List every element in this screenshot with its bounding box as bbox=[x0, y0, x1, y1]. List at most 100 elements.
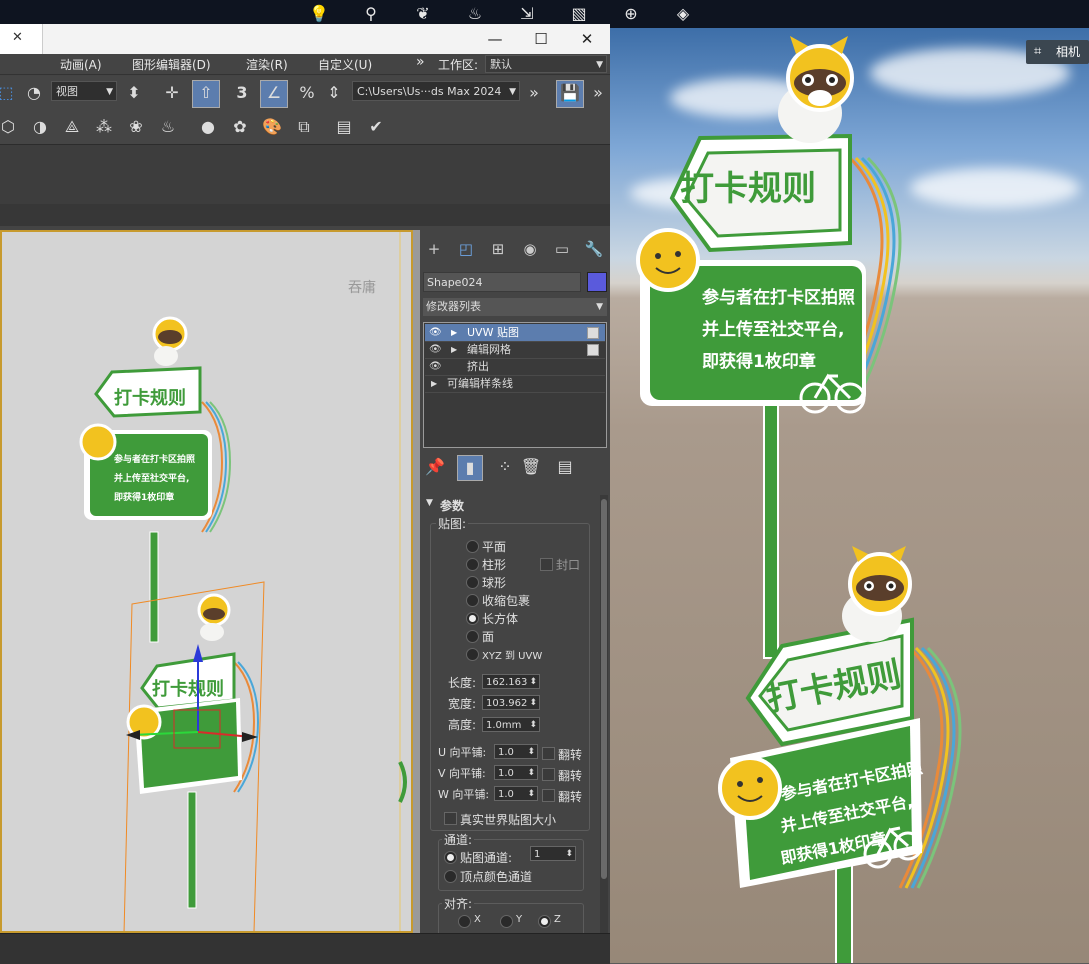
lightbulb-icon[interactable]: 💡 bbox=[308, 3, 330, 25]
expand-arrow-icon[interactable]: ▶ bbox=[451, 324, 457, 341]
particle-icon[interactable]: ⁂ bbox=[92, 115, 116, 139]
remove-modifier-icon[interactable]: 🗑 bbox=[519, 455, 543, 479]
color-balls-icon[interactable]: ✿ bbox=[228, 115, 252, 139]
fire-icon[interactable]: ♨ bbox=[156, 115, 180, 139]
configure-sets-icon[interactable]: ▤ bbox=[553, 455, 577, 479]
real-world-size-checkbox[interactable] bbox=[444, 812, 457, 825]
place-icon[interactable]: ⇧ bbox=[192, 80, 220, 108]
v-flip-checkbox[interactable] bbox=[542, 768, 555, 781]
close-button[interactable]: ✕ bbox=[564, 24, 610, 54]
menu-rendering[interactable]: 渲染(R) bbox=[246, 56, 288, 73]
flame-icon[interactable]: ♨ bbox=[464, 3, 486, 25]
stack-item-extrude[interactable]: 👁 挤出 bbox=[425, 358, 605, 376]
length-spinner[interactable]: 162.163 bbox=[482, 674, 540, 690]
expand-more-icon[interactable]: » bbox=[586, 81, 610, 105]
spinner-snap-icon[interactable]: ⇕ bbox=[322, 81, 346, 105]
radio-align-y[interactable] bbox=[500, 915, 513, 928]
menu-more-icon[interactable]: » bbox=[416, 54, 425, 70]
motion-tab-icon[interactable]: ◉ bbox=[516, 236, 544, 262]
stack-item-uvw-map[interactable]: 👁 ▶ UVW 贴图 bbox=[425, 324, 605, 342]
radio-spherical[interactable] bbox=[466, 576, 479, 589]
vray-icon[interactable]: ✔ bbox=[364, 115, 388, 139]
stack-item-checkbox[interactable] bbox=[587, 344, 599, 356]
box-icon[interactable]: ⬡ bbox=[0, 115, 20, 139]
minimize-button[interactable]: — bbox=[472, 24, 518, 54]
eye-icon[interactable]: 👁 bbox=[429, 324, 442, 341]
stack-item-edit-mesh[interactable]: 👁 ▶ 编辑网格 bbox=[425, 341, 605, 359]
save-scene-icon[interactable]: 💾 bbox=[556, 80, 584, 108]
ruler-icon[interactable]: ▧ bbox=[568, 3, 590, 25]
tab-close-icon[interactable]: ✕ bbox=[12, 30, 23, 45]
object-color-swatch[interactable] bbox=[587, 272, 607, 292]
radio-align-z[interactable] bbox=[538, 915, 551, 928]
expand-arrow-icon[interactable]: ▶ bbox=[451, 341, 457, 358]
percent-snap-icon[interactable]: % bbox=[295, 81, 319, 105]
frame-buffer-icon[interactable]: ▤ bbox=[332, 115, 356, 139]
radio-xyz-to-uvw[interactable] bbox=[466, 648, 479, 661]
leaf-icon[interactable]: ❦ bbox=[412, 3, 434, 25]
select-region-icon[interactable]: ⬚ bbox=[0, 81, 18, 105]
eye-icon[interactable]: 👁 bbox=[429, 341, 442, 358]
cap-checkbox[interactable] bbox=[540, 558, 553, 571]
move-icon[interactable]: ✛ bbox=[160, 81, 184, 105]
pin-stack-icon[interactable]: 📌 bbox=[423, 455, 447, 479]
modifier-list-dropdown[interactable]: 修改器列表 ▼ bbox=[423, 298, 607, 316]
show-end-result-icon[interactable]: ▮ bbox=[457, 455, 483, 481]
perspective-viewport[interactable]: 吞庸 打卡规则 参与者在打卡区拍照 并上传至社交平台, 即获得1枚印章 打卡规则 bbox=[0, 230, 413, 933]
workspace-dropdown[interactable]: 默认 ▼ bbox=[485, 55, 607, 73]
utilities-tab-icon[interactable]: 🔧 bbox=[580, 236, 608, 262]
radio-face[interactable] bbox=[466, 630, 479, 643]
pivot-icon[interactable]: ⬍ bbox=[122, 81, 146, 105]
expand-more-icon[interactable]: » bbox=[522, 81, 546, 105]
eye-icon[interactable]: 👁 bbox=[429, 358, 442, 375]
snap-toggle-icon[interactable]: 3 bbox=[230, 81, 254, 105]
w-tile-spinner[interactable]: 1.0 bbox=[494, 786, 538, 802]
project-path-dropdown[interactable]: C:\Users\Us···ds Max 2024 ▼ bbox=[352, 81, 520, 101]
w-flip-checkbox[interactable] bbox=[542, 789, 555, 802]
stack-item-checkbox[interactable] bbox=[587, 327, 599, 339]
width-spinner[interactable]: 103.962 bbox=[482, 695, 540, 711]
radio-align-x[interactable] bbox=[458, 915, 471, 928]
reference-coord-dropdown[interactable]: 视图 ▼ bbox=[51, 81, 117, 101]
maximize-button[interactable]: ☐ bbox=[518, 24, 564, 54]
object-name-field[interactable]: Shape024 bbox=[423, 272, 581, 292]
menu-graph-editors[interactable]: 图形编辑器(D) bbox=[132, 56, 211, 73]
stack-item-editable-spline[interactable]: ▶ 可编辑样条线 bbox=[425, 375, 605, 393]
map-channel-spinner[interactable]: 1 bbox=[530, 846, 576, 862]
expand-arrow-icon[interactable]: ▶ bbox=[431, 375, 437, 392]
display-tab-icon[interactable]: ▭ bbox=[548, 236, 576, 262]
camera-view-label[interactable]: ⌗ 相机 bbox=[1026, 40, 1089, 64]
layers-icon[interactable]: ◈ bbox=[672, 3, 694, 25]
radio-planar[interactable] bbox=[466, 540, 479, 553]
sphere-icon[interactable]: ● bbox=[196, 115, 220, 139]
radio-shrink-wrap[interactable] bbox=[466, 594, 479, 607]
hierarchy-tab-icon[interactable]: ⊞ bbox=[484, 236, 512, 262]
command-panel-scrollbar[interactable] bbox=[600, 495, 608, 933]
foliage-icon[interactable]: ❀ bbox=[124, 115, 148, 139]
u-tile-spinner[interactable]: 1.0 bbox=[494, 744, 538, 760]
rollout-title[interactable]: 参数 bbox=[440, 497, 464, 514]
window-tab[interactable]: ✕ bbox=[0, 24, 43, 54]
mesh-icon[interactable]: ⟁ bbox=[60, 115, 84, 139]
angle-snap-icon[interactable]: ∠ bbox=[260, 80, 288, 108]
height-spinner[interactable]: 1.0mm bbox=[482, 717, 540, 733]
scrollbar-thumb[interactable] bbox=[601, 499, 607, 879]
import-icon[interactable]: ⇲ bbox=[516, 3, 538, 25]
menu-animation[interactable]: 动画(A) bbox=[60, 56, 102, 73]
rollout-collapse-icon[interactable]: ▼ bbox=[426, 498, 433, 508]
palette-icon[interactable]: 🎨 bbox=[260, 115, 284, 139]
select-link-icon[interactable]: ◔ bbox=[22, 81, 46, 105]
render-setup-icon[interactable]: ⧉ bbox=[292, 115, 316, 139]
radio-vertex-color[interactable] bbox=[444, 870, 457, 883]
make-unique-icon[interactable]: ⁘ bbox=[493, 455, 517, 479]
pin-add-icon[interactable]: ⊕ bbox=[620, 3, 642, 25]
u-flip-checkbox[interactable] bbox=[542, 747, 555, 760]
radio-box[interactable] bbox=[466, 612, 479, 625]
v-tile-spinner[interactable]: 1.0 bbox=[494, 765, 538, 781]
modify-tab-icon[interactable]: ◰ bbox=[452, 236, 480, 262]
viewport-divider[interactable] bbox=[413, 230, 420, 933]
radio-map-channel[interactable] bbox=[444, 851, 457, 864]
radio-cylindrical[interactable] bbox=[466, 558, 479, 571]
node-icon[interactable]: ⚲ bbox=[360, 3, 382, 25]
menu-customize[interactable]: 自定义(U) bbox=[318, 56, 372, 73]
